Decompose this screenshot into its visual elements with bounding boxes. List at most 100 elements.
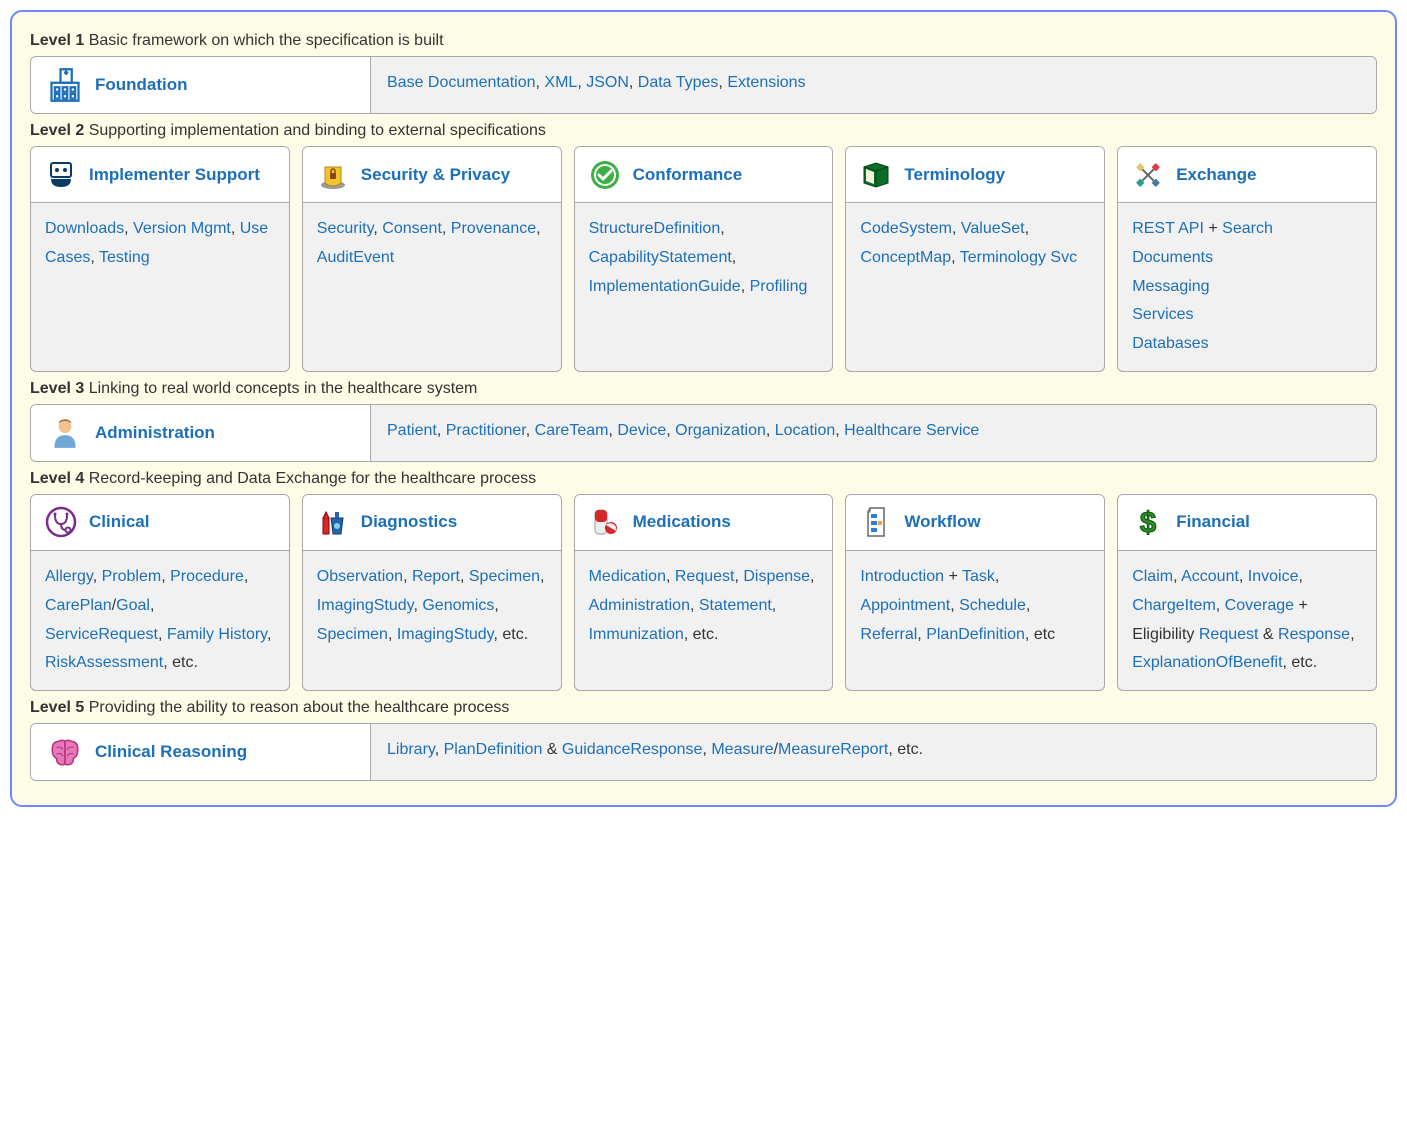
link-careplan[interactable]: CarePlan <box>45 597 112 614</box>
link-family-history[interactable]: Family History <box>167 626 267 643</box>
link-goal[interactable]: Goal <box>116 597 150 614</box>
link-careteam[interactable]: CareTeam <box>535 422 609 439</box>
link-provenance[interactable]: Provenance <box>451 220 536 237</box>
link-account[interactable]: Account <box>1181 568 1239 585</box>
link-testing[interactable]: Testing <box>99 249 150 266</box>
card-title-link[interactable]: Diagnostics <box>361 512 457 532</box>
link-response[interactable]: Response <box>1278 626 1350 643</box>
link-riskassessment[interactable]: RiskAssessment <box>45 654 163 671</box>
link-statement[interactable]: Statement <box>699 597 772 614</box>
link-healthcare-service[interactable]: Healthcare Service <box>844 422 979 439</box>
separator: , <box>734 568 743 585</box>
separator: , <box>666 568 675 585</box>
card-financial: $FinancialClaim, Account, Invoice, Charg… <box>1117 494 1377 691</box>
link-location[interactable]: Location <box>775 422 836 439</box>
separator: , <box>158 626 167 643</box>
link-version-mgmt[interactable]: Version Mgmt <box>133 220 231 237</box>
link-specimen[interactable]: Specimen <box>317 626 388 643</box>
link-request[interactable]: Request <box>675 568 735 585</box>
section-title-link[interactable]: Foundation <box>95 75 188 95</box>
link-extensions[interactable]: Extensions <box>727 74 805 91</box>
link-immunization[interactable]: Immunization <box>589 626 684 643</box>
link-security[interactable]: Security <box>317 220 374 237</box>
link-referral[interactable]: Referral <box>860 626 917 643</box>
link-task[interactable]: Task <box>962 568 995 585</box>
link-genomics[interactable]: Genomics <box>422 597 494 614</box>
separator: , <box>124 220 133 237</box>
link-imagingstudy[interactable]: ImagingStudy <box>397 626 494 643</box>
link-explanationofbenefit[interactable]: ExplanationOfBenefit <box>1132 654 1282 671</box>
link-claim[interactable]: Claim <box>1132 568 1173 585</box>
card-title-link[interactable]: Medications <box>633 512 731 532</box>
card-title-link[interactable]: Clinical <box>89 512 149 532</box>
link-organization[interactable]: Organization <box>675 422 766 439</box>
card-title-link[interactable]: Security & Privacy <box>361 165 510 185</box>
person-icon <box>47 415 83 451</box>
link-device[interactable]: Device <box>617 422 666 439</box>
card-title-link[interactable]: Conformance <box>633 165 743 185</box>
level-label: Level 4 <box>30 470 84 487</box>
link-documents[interactable]: Documents <box>1132 249 1213 266</box>
level-desc: Providing the ability to reason about th… <box>84 699 509 716</box>
link-measurereport[interactable]: MeasureReport <box>778 741 888 758</box>
card-diagnostics: DiagnosticsObservation, Report, Specimen… <box>302 494 562 691</box>
section-foundation: FoundationBase Documentation, XML, JSON,… <box>30 56 1377 114</box>
link-invoice[interactable]: Invoice <box>1248 568 1299 585</box>
link-capabilitystatement[interactable]: CapabilityStatement <box>589 249 732 266</box>
card-title-link[interactable]: Implementer Support <box>89 165 260 185</box>
link-servicerequest[interactable]: ServiceRequest <box>45 626 158 643</box>
link-rest-api[interactable]: REST API <box>1132 220 1204 237</box>
link-administration[interactable]: Administration <box>589 597 690 614</box>
link-appointment[interactable]: Appointment <box>860 597 950 614</box>
link-problem[interactable]: Problem <box>102 568 162 585</box>
link-terminology-svc[interactable]: Terminology Svc <box>960 249 1077 266</box>
link-json[interactable]: JSON <box>586 74 629 91</box>
link-request[interactable]: Request <box>1199 626 1259 643</box>
section-title-link[interactable]: Clinical Reasoning <box>95 742 247 762</box>
link-implementationguide[interactable]: ImplementationGuide <box>589 278 741 295</box>
link-structuredefinition[interactable]: StructureDefinition <box>589 220 721 237</box>
separator: , etc. <box>684 626 719 643</box>
link-schedule[interactable]: Schedule <box>959 597 1026 614</box>
link-introduction[interactable]: Introduction <box>860 568 944 585</box>
link-xml[interactable]: XML <box>544 74 577 91</box>
link-base-documentation[interactable]: Base Documentation <box>387 74 536 91</box>
link-messaging[interactable]: Messaging <box>1132 278 1209 295</box>
link-dispense[interactable]: Dispense <box>743 568 810 585</box>
link-conceptmap[interactable]: ConceptMap <box>860 249 951 266</box>
link-library[interactable]: Library <box>387 741 435 758</box>
link-downloads[interactable]: Downloads <box>45 220 124 237</box>
section-title-link[interactable]: Administration <box>95 423 215 443</box>
link-search[interactable]: Search <box>1222 220 1273 237</box>
link-imagingstudy[interactable]: ImagingStudy <box>317 597 414 614</box>
link-medication[interactable]: Medication <box>589 568 666 585</box>
link-plandefinition[interactable]: PlanDefinition <box>444 741 543 758</box>
link-valueset[interactable]: ValueSet <box>961 220 1025 237</box>
card-title-link[interactable]: Terminology <box>904 165 1005 185</box>
link-guidanceresponse[interactable]: GuidanceResponse <box>562 741 703 758</box>
link-auditevent[interactable]: AuditEvent <box>317 249 394 266</box>
link-codesystem[interactable]: CodeSystem <box>860 220 952 237</box>
terminology-icon <box>858 157 894 193</box>
link-plandefinition[interactable]: PlanDefinition <box>926 626 1025 643</box>
link-services[interactable]: Services <box>1132 306 1193 323</box>
link-patient[interactable]: Patient <box>387 422 437 439</box>
card-title-link[interactable]: Exchange <box>1176 165 1256 185</box>
link-databases[interactable]: Databases <box>1132 335 1209 352</box>
link-measure[interactable]: Measure <box>711 741 773 758</box>
section-header: Administration <box>31 405 371 461</box>
link-procedure[interactable]: Procedure <box>170 568 244 585</box>
link-profiling[interactable]: Profiling <box>750 278 808 295</box>
card-title-link[interactable]: Financial <box>1176 512 1250 532</box>
link-observation[interactable]: Observation <box>317 568 403 585</box>
link-consent[interactable]: Consent <box>382 220 442 237</box>
link-data-types[interactable]: Data Types <box>638 74 719 91</box>
link-practitioner[interactable]: Practitioner <box>446 422 526 439</box>
link-report[interactable]: Report <box>412 568 460 585</box>
card-title-link[interactable]: Workflow <box>904 512 980 532</box>
link-specimen[interactable]: Specimen <box>469 568 540 585</box>
link-coverage[interactable]: Coverage <box>1225 597 1294 614</box>
link-allergy[interactable]: Allergy <box>45 568 93 585</box>
link-chargeitem[interactable]: ChargeItem <box>1132 597 1216 614</box>
separator: , <box>373 220 382 237</box>
